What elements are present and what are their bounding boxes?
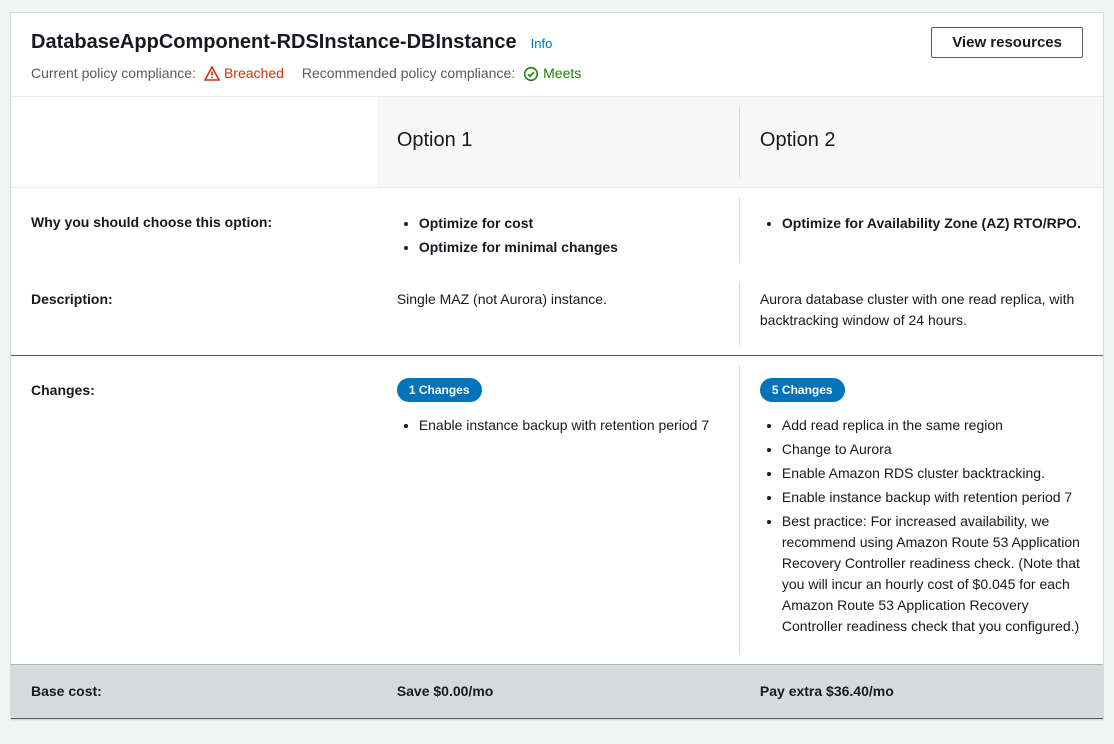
option1-header: Option 1 <box>377 97 740 188</box>
current-compliance-status: Breached <box>204 63 284 84</box>
list-item: Best practice: For increased availabilit… <box>782 511 1083 637</box>
option2-why-list: Optimize for Availability Zone (AZ) RTO/… <box>760 213 1083 234</box>
option1-base-cost: Save $0.00/mo <box>377 665 740 719</box>
options-table: Option 1 Option 2 Why you should choose … <box>11 97 1103 719</box>
info-link[interactable]: Info <box>531 34 553 54</box>
list-item: Change to Aurora <box>782 439 1083 460</box>
check-circle-icon <box>523 66 539 82</box>
option1-why-list: Optimize for cost Optimize for minimal ch… <box>397 213 720 258</box>
option1-changes-list: Enable instance backup with retention pe… <box>397 415 720 436</box>
list-item: Enable instance backup with retention pe… <box>782 487 1083 508</box>
list-item: Add read replica in the same region <box>782 415 1083 436</box>
list-item: Optimize for cost <box>419 213 720 234</box>
recommended-compliance-label: Recommended policy compliance: <box>302 63 515 84</box>
list-item: Optimize for Availability Zone (AZ) RTO/… <box>782 213 1083 234</box>
page-title: DatabaseAppComponent-RDSInstance-DBInsta… <box>31 27 517 57</box>
option2-changes-badge: 5 Changes <box>760 378 845 402</box>
option2-changes-list: Add read replica in the same region Chang… <box>760 415 1083 637</box>
description-label: Description <box>31 291 108 307</box>
option2-header: Option 2 <box>740 97 1103 188</box>
row-why: Why you should choose this option: Optim… <box>11 188 1103 274</box>
resource-panel: DatabaseAppComponent-RDSInstance-DBInsta… <box>10 12 1104 720</box>
option1-description: Single MAZ (not Aurora) instance. <box>377 273 740 355</box>
current-compliance-label: Current policy compliance: <box>31 63 196 84</box>
panel-header: DatabaseAppComponent-RDSInstance-DBInsta… <box>11 13 1103 97</box>
option2-description: Aurora database cluster with one read re… <box>740 273 1103 355</box>
recommended-compliance-status: Meets <box>523 63 581 84</box>
list-item: Enable instance backup with retention pe… <box>419 415 720 436</box>
row-description: Description: Single MAZ (not Aurora) ins… <box>11 273 1103 355</box>
list-item: Optimize for minimal changes <box>419 237 720 258</box>
option2-base-cost: Pay extra $36.40/mo <box>740 665 1103 719</box>
changes-label: Changes <box>31 382 90 398</box>
base-cost-label: Base cost <box>31 683 97 699</box>
row-base-cost: Base cost: Save $0.00/mo Pay extra $36.4… <box>11 665 1103 719</box>
warning-triangle-icon <box>204 66 220 82</box>
list-item: Enable Amazon RDS cluster backtracking. <box>782 463 1083 484</box>
row-changes: Changes: 1 Changes Enable instance backu… <box>11 356 1103 665</box>
option1-changes-badge: 1 Changes <box>397 378 482 402</box>
why-label: Why you should choose this option <box>31 214 267 230</box>
view-resources-button[interactable]: View resources <box>931 27 1083 58</box>
